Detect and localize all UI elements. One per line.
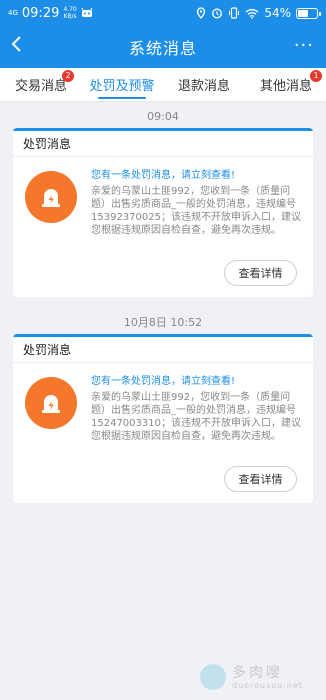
- wifi-icon: [245, 8, 259, 19]
- network-speed-unit: KB/s: [63, 13, 77, 20]
- network-speed-value: 4.70: [63, 6, 77, 13]
- unread-badge: 1: [310, 70, 322, 82]
- watermark-url: duorousou.net: [232, 680, 303, 690]
- message-content: 您有一条处罚消息，请立刻查看! 亲爱的乌蒙山土匪992，您收到一条（质量问题）出…: [91, 373, 301, 443]
- page-title: 系统消息: [128, 39, 197, 58]
- view-details-button[interactable]: 查看详情: [224, 466, 297, 492]
- tab-penalty-warning[interactable]: 处罚及预警: [82, 68, 162, 101]
- watermark-text: 多肉嗖: [232, 664, 283, 681]
- tab-bar: 交易消息 2 处罚及预警 退款消息 其他消息 1: [0, 68, 326, 102]
- back-button[interactable]: [10, 34, 30, 61]
- card-footer: 查看详情: [13, 443, 313, 503]
- message-body: 亲爱的乌蒙山土匪992，您收到一条（质量问题）出售劣质商品_一般的处罚消息，违规…: [91, 186, 301, 236]
- watermark: 多肉嗖 duorousou.net: [200, 664, 303, 690]
- tab-label: 其他消息: [260, 79, 313, 94]
- location-icon: [197, 7, 206, 19]
- message-body: 亲爱的乌蒙山土匪992，您收到一条（质量问题）出售劣质商品_一般的处罚消息，违规…: [91, 392, 301, 442]
- vibrate-icon: [229, 7, 240, 19]
- view-details-button[interactable]: 查看详情: [224, 260, 297, 286]
- app-bar: 系统消息 ···: [0, 26, 326, 68]
- unread-badge: 2: [62, 70, 74, 82]
- penalty-alarm-icon: [25, 171, 77, 223]
- tab-label: 交易消息: [14, 79, 67, 94]
- card-footer: 查看详情: [13, 237, 313, 297]
- tab-trade-messages[interactable]: 交易消息 2: [0, 68, 82, 101]
- battery-icon: [296, 7, 321, 19]
- tab-other-messages[interactable]: 其他消息 1: [246, 68, 326, 101]
- more-button[interactable]: ···: [294, 36, 314, 56]
- chevron-left-icon: [11, 36, 21, 52]
- message-card: 处罚消息 您有一条处罚消息，请立刻查看! 亲爱的乌蒙山土匪992，您收到一条（质…: [13, 128, 313, 297]
- message-timestamp: 09:04: [147, 110, 179, 123]
- status-time: 09:29: [21, 5, 60, 21]
- tab-label: 处罚及预警: [89, 79, 155, 94]
- tab-label: 退款消息: [177, 79, 230, 94]
- message-title: 您有一条处罚消息，请立刻查看!: [91, 170, 236, 181]
- message-timestamp: 10月8日 10:52: [123, 316, 203, 329]
- penalty-alarm-icon: [25, 377, 77, 429]
- card-body: 您有一条处罚消息，请立刻查看! 亲爱的乌蒙山土匪992，您收到一条（质量问题）出…: [13, 157, 313, 237]
- network-speed: 4.70 KB/s: [63, 6, 76, 20]
- notification-icon: [81, 8, 93, 17]
- message-card: 处罚消息 您有一条处罚消息，请立刻查看! 亲爱的乌蒙山土匪992，您收到一条（质…: [13, 334, 313, 503]
- message-title: 您有一条处罚消息，请立刻查看!: [91, 376, 236, 387]
- tab-refund-messages[interactable]: 退款消息: [162, 68, 246, 101]
- alarm-icon: [212, 8, 223, 19]
- status-bar: 4G 09:29 4.70 KB/s 54%: [0, 0, 326, 26]
- battery-percent: 54%: [264, 6, 291, 20]
- status-right: 54%: [196, 6, 321, 20]
- card-header: 处罚消息: [13, 131, 313, 157]
- message-content: 您有一条处罚消息，请立刻查看! 亲爱的乌蒙山土匪992，您收到一条（质量问题）出…: [91, 167, 301, 237]
- signal-indicator: 4G: [8, 8, 18, 17]
- card-header: 处罚消息: [13, 337, 313, 363]
- card-body: 您有一条处罚消息，请立刻查看! 亲爱的乌蒙山土匪992，您收到一条（质量问题）出…: [13, 363, 313, 443]
- watermark-logo-icon: [200, 664, 226, 690]
